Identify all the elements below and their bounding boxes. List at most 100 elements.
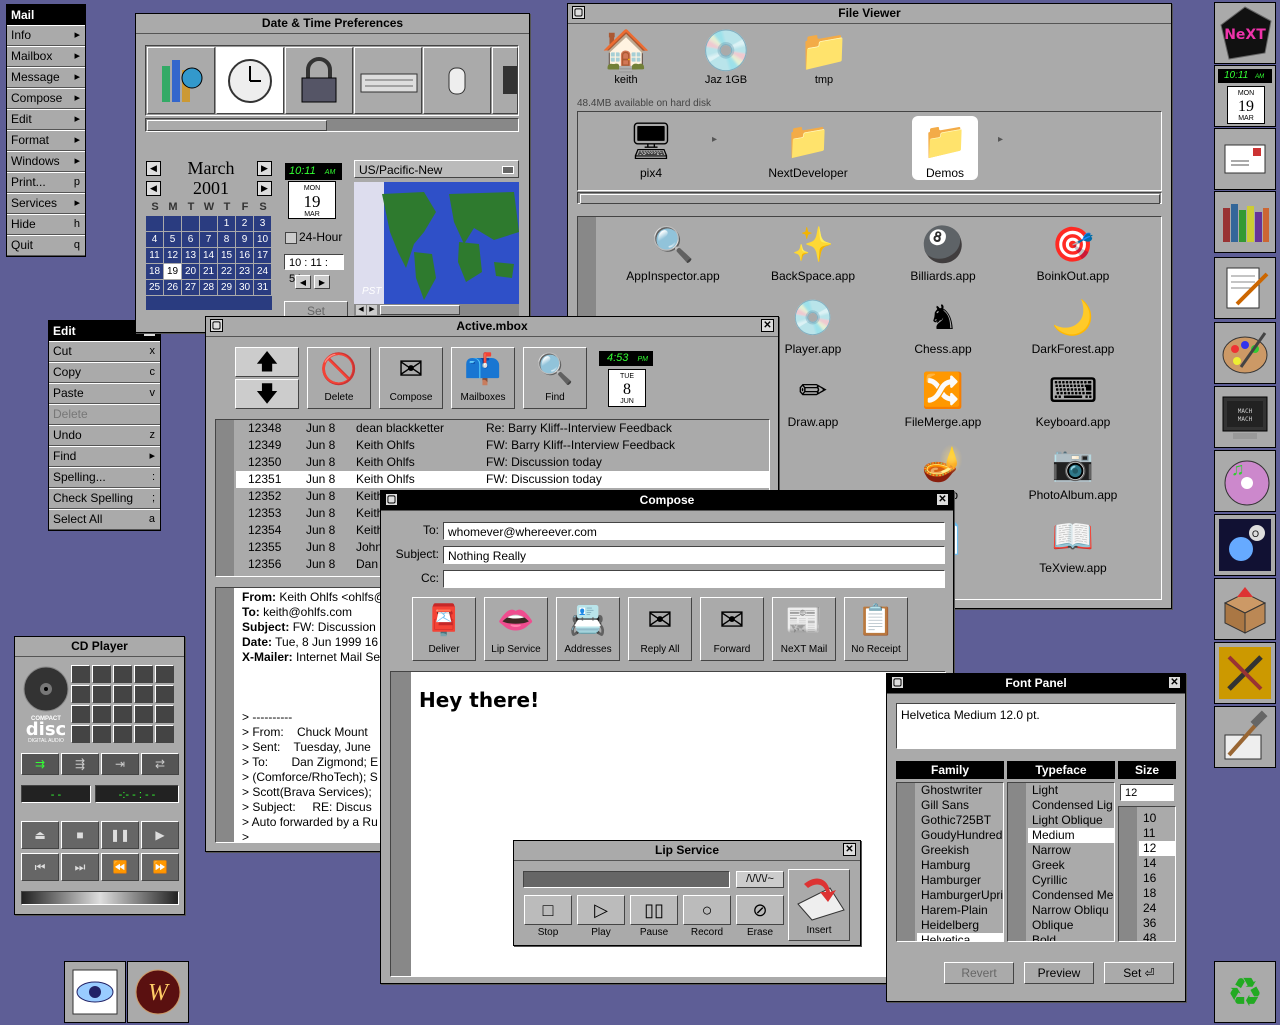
- dock-space[interactable]: O: [1214, 514, 1276, 576]
- size-field[interactable]: 12: [1120, 784, 1174, 801]
- prefs-icon-clock[interactable]: [216, 47, 284, 114]
- track-button[interactable]: [92, 685, 111, 703]
- play-button[interactable]: ▷ Play: [576, 895, 626, 941]
- track-button[interactable]: [134, 705, 153, 723]
- time-field[interactable]: 10 : 11 : 54: [284, 254, 344, 285]
- list-item[interactable]: Narrow: [1028, 843, 1114, 858]
- list-item[interactable]: Hamburg: [917, 858, 1003, 873]
- menu-item-undo[interactable]: Undo z: [49, 425, 160, 446]
- list-item[interactable]: 12: [1139, 841, 1175, 856]
- year-prev-button[interactable]: ◀: [146, 181, 161, 196]
- scroll-knob[interactable]: [147, 120, 327, 131]
- stop-button[interactable]: ■: [61, 821, 99, 849]
- app-filemerge-app[interactable]: 🔀 FileMerge.app: [888, 367, 998, 429]
- calendar-day[interactable]: 23: [236, 264, 254, 280]
- pause-button[interactable]: ❚❚: [101, 821, 139, 849]
- list-item[interactable]: Oblique: [1028, 918, 1114, 933]
- close-icon[interactable]: ✕: [761, 319, 774, 332]
- size-scrollbar[interactable]: [1119, 807, 1137, 941]
- prefs-strip-scrollbar[interactable]: [145, 118, 519, 132]
- forward-button[interactable]: ✉ Forward: [700, 597, 764, 661]
- next-track-button[interactable]: ⏭: [61, 853, 99, 881]
- track-button[interactable]: [113, 705, 132, 723]
- calendar-day[interactable]: 31: [254, 280, 272, 296]
- list-item[interactable]: Light: [1028, 783, 1114, 798]
- set-button[interactable]: Set ⏎: [1104, 962, 1174, 984]
- lip-service-button[interactable]: 👄 Lip Service: [484, 597, 548, 661]
- dock-terminal[interactable]: MACH MACH: [1214, 386, 1276, 448]
- track-button[interactable]: [92, 665, 111, 683]
- track-button[interactable]: [134, 725, 153, 743]
- repeat-mode-button[interactable]: ⇉: [21, 753, 59, 775]
- shuffle-mode-button[interactable]: ⇶: [61, 753, 99, 775]
- track-button[interactable]: [155, 705, 174, 723]
- list-item[interactable]: Harem-Plain: [917, 903, 1003, 918]
- record-button[interactable]: ○ Record: [682, 895, 732, 941]
- path-item-nextdeveloper[interactable]: 📁 NextDeveloper: [758, 116, 858, 180]
- shelf-item-tmp[interactable]: 📁 tmp: [794, 28, 854, 86]
- list-item[interactable]: GoudyHundred: [917, 828, 1003, 843]
- scroll-knob[interactable]: [580, 194, 1160, 204]
- map-scrollbar[interactable]: ◀ ▶: [354, 304, 519, 316]
- calendar-day[interactable]: 5: [164, 232, 182, 248]
- time-down-arrow[interactable]: ◀: [295, 275, 311, 289]
- compose-titlebar[interactable]: ▢ Compose ✕: [381, 491, 953, 511]
- dock-mail[interactable]: [1214, 128, 1276, 190]
- calendar-day[interactable]: 16: [236, 248, 254, 264]
- miniaturize-icon[interactable]: ▢: [891, 676, 904, 689]
- shelf-item-keith[interactable]: 🏠 keith: [596, 28, 656, 86]
- year-next-button[interactable]: ▶: [257, 181, 272, 196]
- list-item[interactable]: Hamburger: [917, 873, 1003, 888]
- track-button[interactable]: [71, 705, 90, 723]
- list-item[interactable]: 11: [1139, 826, 1175, 841]
- dock-paint[interactable]: [1214, 322, 1276, 384]
- calendar-day[interactable]: 11: [146, 248, 164, 264]
- menu-item-find[interactable]: Find ▸: [49, 446, 160, 467]
- list-item[interactable]: Gill Sans: [917, 798, 1003, 813]
- volume-slider[interactable]: [21, 891, 179, 905]
- list-item[interactable]: 14: [1139, 856, 1175, 871]
- menu-item-select-all[interactable]: Select All a: [49, 509, 160, 530]
- menu-item-cut[interactable]: Cut x: [49, 341, 160, 362]
- miniaturize-icon[interactable]: ▢: [572, 6, 585, 19]
- calendar-day[interactable]: 3: [254, 216, 272, 232]
- menu-item-mailbox[interactable]: Mailbox ▸: [7, 46, 85, 67]
- path-scrollbar[interactable]: [577, 192, 1162, 204]
- list-item[interactable]: Gothic725BT: [917, 813, 1003, 828]
- close-icon[interactable]: ✕: [1168, 676, 1181, 689]
- previous-track-button[interactable]: ⏮: [21, 853, 59, 881]
- app-texview-app[interactable]: 📖 TeXview.app: [1018, 513, 1128, 575]
- list-item[interactable]: 16: [1139, 871, 1175, 886]
- calendar-day[interactable]: 4: [146, 232, 164, 248]
- list-item[interactable]: Medium: [1028, 828, 1114, 843]
- message-list-scrollbar[interactable]: [216, 420, 234, 576]
- insert-button[interactable]: Insert: [788, 869, 850, 941]
- menu-item-check-spelling[interactable]: Check Spelling;: [49, 488, 160, 509]
- app-keyboard-app[interactable]: ⌨ Keyboard.app: [1018, 367, 1128, 429]
- message-row[interactable]: 12351 Jun 8 Keith Ohlfs FW: Discussion toda…: [236, 471, 769, 488]
- calendar-day[interactable]: 15: [218, 248, 236, 264]
- list-item[interactable]: Helvetica: [917, 933, 1003, 941]
- miniwindow-eye[interactable]: [64, 961, 126, 1023]
- menu-item-quit[interactable]: Quit q: [7, 235, 85, 256]
- dock-edit[interactable]: [1214, 257, 1276, 319]
- dock-librarian[interactable]: [1214, 191, 1276, 253]
- calendar-day[interactable]: 7: [200, 232, 218, 248]
- typeface-scrollbar[interactable]: [1008, 783, 1026, 941]
- calendar-day[interactable]: 17: [254, 248, 272, 264]
- menu-item-paste[interactable]: Paste v: [49, 383, 160, 404]
- list-item[interactable]: 18: [1139, 886, 1175, 901]
- intro-mode-button[interactable]: ⇥: [101, 753, 139, 775]
- compose-body-scrollbar[interactable]: [391, 672, 411, 976]
- datetime-titlebar[interactable]: Date & Time Preferences: [136, 14, 529, 34]
- scroll-knob[interactable]: [380, 305, 460, 315]
- fast-forward-button[interactable]: ⏩: [141, 853, 179, 881]
- shelf-item-jaz-1gb[interactable]: 💿 Jaz 1GB: [696, 28, 756, 86]
- calendar-day[interactable]: 10: [254, 232, 272, 248]
- track-button[interactable]: [134, 685, 153, 703]
- list-item[interactable]: Bold: [1028, 933, 1114, 941]
- list-item[interactable]: Greek: [1028, 858, 1114, 873]
- calendar-day[interactable]: 8: [218, 232, 236, 248]
- track-button[interactable]: [71, 725, 90, 743]
- addresses-button[interactable]: 📇 Addresses: [556, 597, 620, 661]
